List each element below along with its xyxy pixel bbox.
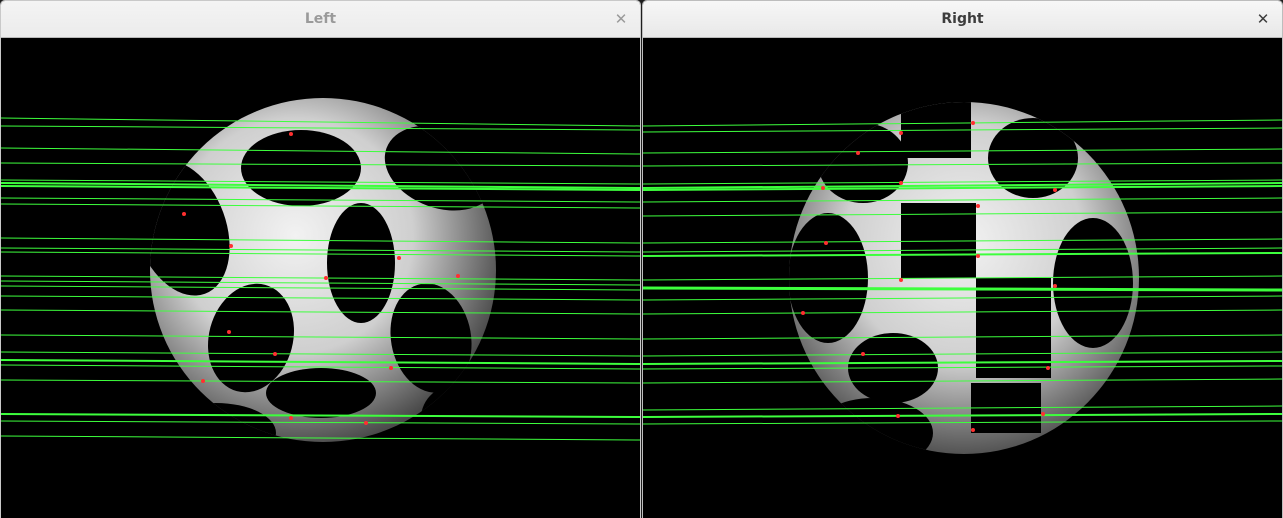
right-sphere [789,102,1139,454]
left-titlebar[interactable]: Left ✕ [1,1,640,38]
left-sphere [150,98,496,442]
right-titlebar[interactable]: Right ✕ [643,1,1282,38]
close-icon[interactable]: ✕ [612,10,630,28]
left-stereo-image [1,98,640,442]
close-icon[interactable]: ✕ [1254,10,1272,28]
right-stereo-image [643,102,1282,454]
right-image-canvas [643,38,1282,518]
left-window: Left ✕ [0,0,641,518]
right-window-title: Right [941,11,984,27]
left-image-canvas [1,38,640,518]
left-window-title: Left [304,11,337,27]
right-window: Right ✕ [642,0,1283,518]
